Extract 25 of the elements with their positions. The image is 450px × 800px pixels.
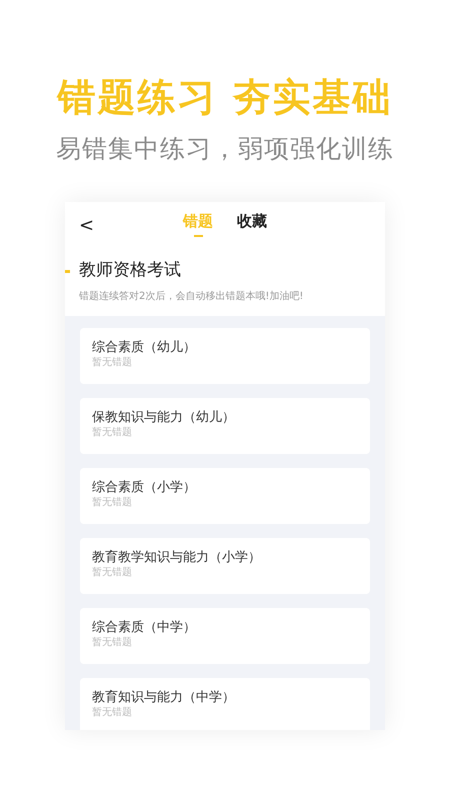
section-hint: 错题连续答对2次后，会自动移出错题本哦!加油吧! <box>79 290 304 304</box>
subject-card[interactable]: 综合素质（中学） 暂无错题 <box>80 608 370 664</box>
subject-name: 综合素质（幼儿） <box>92 340 196 356</box>
subject-name: 综合素质（中学） <box>92 620 196 636</box>
subheadline: 易错集中练习，弱项强化训练 <box>56 136 394 161</box>
subject-status: 暂无错题 <box>92 706 133 719</box>
subject-name: 保教知识与能力（幼儿） <box>92 410 235 426</box>
subject-name: 教育教学知识与能力（小学） <box>92 550 261 566</box>
subject-card[interactable]: 教育教学知识与能力（小学） 暂无错题 <box>80 538 370 594</box>
subject-card[interactable]: 综合素质（幼儿） 暂无错题 <box>80 328 370 384</box>
subject-card[interactable]: 综合素质（小学） 暂无错题 <box>80 468 370 524</box>
tab[interactable]: 收藏 <box>237 210 267 236</box>
section-title: 教师资格考试 <box>79 260 181 280</box>
section-marker <box>65 270 70 273</box>
back-button[interactable]: < <box>75 212 98 239</box>
subject-name: 综合素质（小学） <box>92 480 196 496</box>
subject-name: 教育知识与能力（中学） <box>92 690 235 706</box>
subject-status: 暂无错题 <box>92 566 133 579</box>
subject-status: 暂无错题 <box>92 426 133 439</box>
subject-status: 暂无错题 <box>92 356 133 369</box>
headline: 错题练习 夯实基础 <box>56 74 394 116</box>
subject-card[interactable]: 保教知识与能力（幼儿） 暂无错题 <box>80 398 370 454</box>
subject-status: 暂无错题 <box>92 636 133 649</box>
subject-card[interactable]: 教育知识与能力（中学） 暂无错题 <box>80 678 370 730</box>
subject-status: 暂无错题 <box>92 496 133 509</box>
